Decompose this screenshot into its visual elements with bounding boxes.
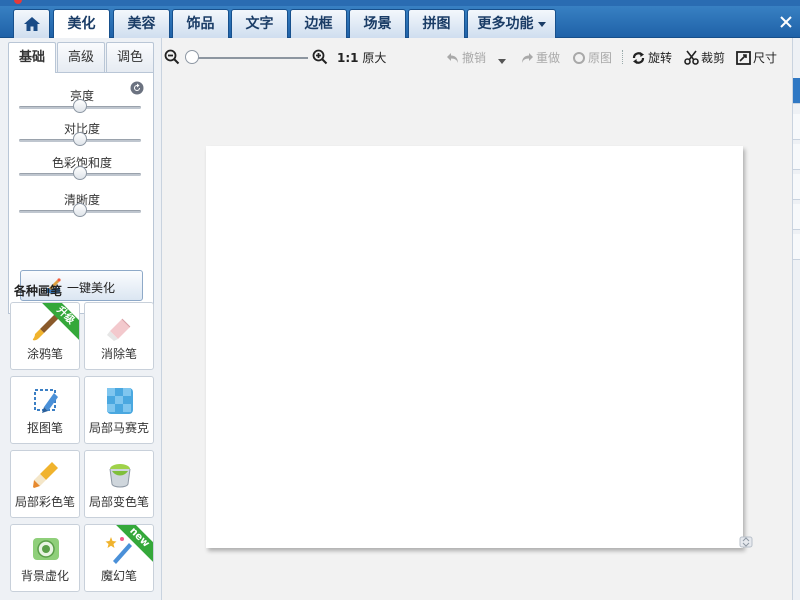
scissors-icon [684, 50, 699, 65]
brush-label: 魔幻笔 [100, 569, 137, 583]
local-recolor-brush-button[interactable]: 局部变色笔 [84, 450, 154, 518]
brush-section-title: 各种画笔 [14, 284, 63, 298]
tab-wenzi[interactable]: 文字 [231, 9, 288, 38]
crop-label: 裁剪 [701, 51, 726, 65]
tab-biankuang[interactable]: 边框 [290, 9, 347, 38]
one-click-beautify-label: 一键美化 [67, 281, 116, 295]
zoom-in-icon[interactable] [312, 49, 328, 65]
zoom-slider-track[interactable] [192, 57, 308, 59]
chevron-down-icon [537, 21, 546, 27]
resize-icon [736, 51, 751, 65]
brush-label: 抠图笔 [26, 421, 63, 435]
color-brush-icon [33, 462, 58, 488]
subtab-advanced[interactable]: 高级 [57, 42, 105, 72]
ratio-label: 1:1 [337, 51, 359, 65]
sharpness-slider[interactable]: 清晰度 [9, 191, 155, 223]
image-canvas[interactable] [206, 146, 743, 548]
slider-knob[interactable] [73, 132, 87, 146]
home-tab[interactable] [13, 9, 50, 38]
tab-meirong[interactable]: 美容 [113, 9, 170, 38]
home-icon [23, 17, 40, 31]
right-panel-tab[interactable] [793, 234, 800, 260]
original-image-button[interactable]: 原图 [572, 49, 612, 65]
close-icon[interactable] [778, 14, 794, 30]
right-panel-tab[interactable] [793, 174, 800, 200]
background-blur-button[interactable]: 背景虚化 [10, 524, 80, 592]
brush-label: 消除笔 [100, 347, 137, 361]
cutout-brush-button[interactable]: 抠图笔 [10, 376, 80, 444]
right-panel-tab[interactable] [793, 204, 800, 230]
edit-toolbar: 1:1 原大 撤销 重做 原图 旋转 裁剪 尺寸 [162, 38, 792, 76]
brush-label: 局部变色笔 [88, 495, 149, 509]
brightness-slider[interactable]: 亮度 [9, 87, 155, 119]
undo-icon [447, 53, 458, 63]
mosaic-brush-button[interactable]: 局部马赛克 [84, 376, 154, 444]
undo-label: 撤销 [462, 51, 487, 65]
original-size-label: 原大 [362, 51, 387, 65]
eraser-icon [107, 318, 131, 341]
saturation-slider[interactable]: 色彩饱和度 [9, 154, 155, 186]
subtab-color[interactable]: 调色 [106, 42, 154, 72]
title-strip [0, 0, 800, 6]
redo-icon [522, 53, 533, 63]
adjust-subtabs: 基础 高级 调色 [8, 42, 154, 73]
toolbar-divider [622, 50, 623, 64]
zoom-slider-knob[interactable] [185, 50, 199, 64]
tab-meihua[interactable]: 美化 [53, 9, 110, 39]
right-panel-tab[interactable] [793, 78, 800, 104]
doodle-brush-button[interactable]: 升级 涂鸦笔 [10, 302, 80, 370]
top-nav-bar: 美化 美容 饰品 文字 边框 场景 拼图 更多功能 [0, 0, 800, 39]
paint-bucket-icon [109, 464, 131, 488]
rotate-label: 旋转 [648, 51, 673, 65]
crop-button[interactable]: 裁剪 [684, 49, 725, 65]
right-panel-edge [792, 38, 800, 600]
original-size-button[interactable]: 1:1 原大 [337, 49, 386, 65]
redo-label: 重做 [536, 51, 561, 65]
slider-knob[interactable] [73, 99, 87, 113]
brush-label: 局部马赛克 [88, 421, 149, 435]
magic-brush-button[interactable]: new 魔幻笔 [84, 524, 154, 592]
left-panel: 基础 高级 调色 亮度 对比度 色彩饱和度 清晰度 一键美化 各种画笔 升级 涂… [0, 38, 162, 600]
more-features-label: 更多功能 [477, 16, 534, 32]
brush-label: 局部彩色笔 [14, 495, 75, 509]
blur-icon [33, 538, 59, 560]
subtab-basic[interactable]: 基础 [8, 42, 56, 73]
canvas-area [162, 76, 792, 600]
right-panel-tab[interactable] [793, 114, 800, 140]
right-panel-tab[interactable] [793, 144, 800, 170]
canvas-resize-handle-icon[interactable] [738, 534, 754, 550]
original-image-label: 原图 [588, 51, 613, 65]
redo-button[interactable]: 重做 [520, 49, 560, 65]
tab-pintu[interactable]: 拼图 [408, 9, 465, 38]
resize-button[interactable]: 尺寸 [736, 49, 777, 65]
tab-shipin[interactable]: 饰品 [172, 9, 229, 38]
eraser-brush-button[interactable]: 消除笔 [84, 302, 154, 370]
undo-button[interactable]: 撤销 [446, 49, 486, 65]
cutout-pen-icon [34, 389, 58, 413]
tab-changjing[interactable]: 场景 [349, 9, 406, 38]
slider-knob[interactable] [73, 166, 87, 180]
slider-knob[interactable] [73, 203, 87, 217]
basic-adjust-panel: 亮度 对比度 色彩饱和度 清晰度 一键美化 [8, 72, 154, 314]
local-color-brush-button[interactable]: 局部彩色笔 [10, 450, 80, 518]
rotate-icon [632, 52, 645, 64]
rotate-button[interactable]: 旋转 [631, 49, 672, 65]
brush-label: 背景虚化 [20, 569, 69, 583]
zoom-out-icon[interactable] [164, 49, 180, 65]
contrast-slider[interactable]: 对比度 [9, 120, 155, 152]
original-image-icon [573, 52, 585, 64]
resize-label: 尺寸 [753, 51, 778, 65]
mosaic-icon [107, 388, 133, 414]
tab-more-features[interactable]: 更多功能 [467, 9, 556, 38]
undo-history-chevron-icon[interactable] [498, 54, 506, 70]
brush-label: 涂鸦笔 [26, 347, 63, 361]
